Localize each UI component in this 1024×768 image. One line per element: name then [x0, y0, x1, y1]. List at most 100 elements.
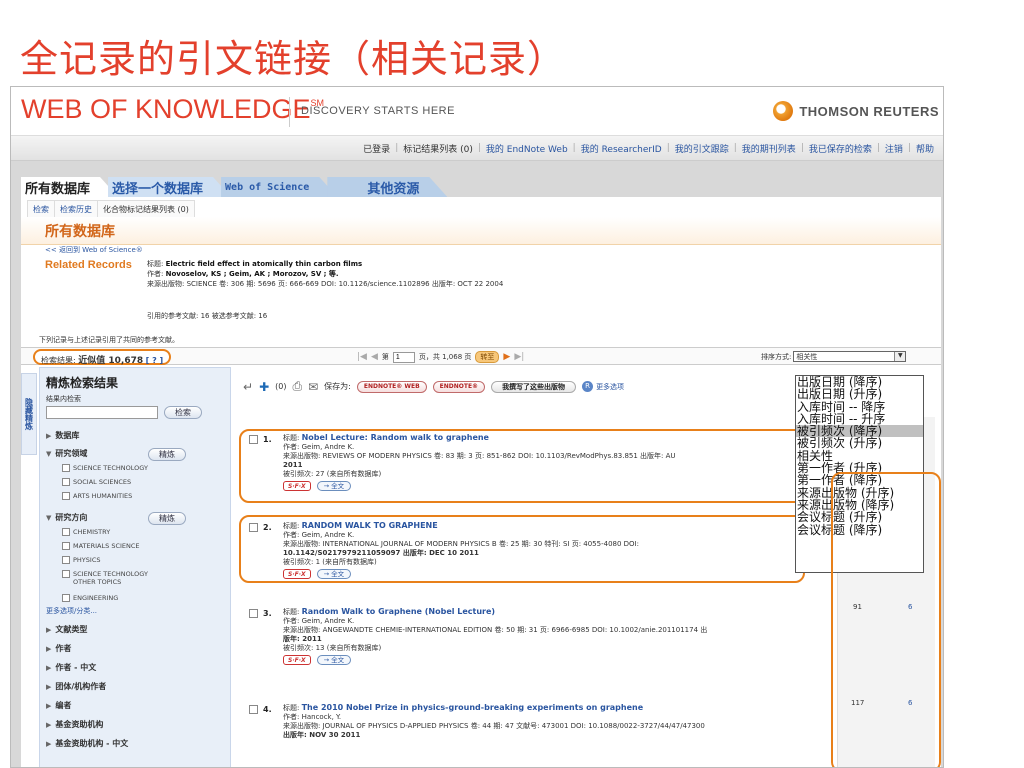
checkbox: [62, 570, 70, 578]
sort-select[interactable]: 相关性 ▼: [793, 351, 907, 362]
checkbox: [62, 542, 70, 550]
researcherid-icon: R: [582, 381, 594, 392]
record-number: 3.: [263, 609, 272, 618]
facet-option[interactable]: MATERIALS SCIENCE: [62, 542, 140, 550]
source-record-title[interactable]: Electric field effect in atomically thin…: [166, 260, 363, 268]
facet-option[interactable]: SOCIAL SCIENCES: [62, 478, 131, 486]
tab-web-of-science[interactable]: Web of Science: [221, 177, 337, 197]
facet-database[interactable]: ▶ 数据库: [46, 430, 79, 441]
fulltext-button[interactable]: → 全文: [316, 655, 352, 665]
sort-option[interactable]: 被引频次 (升序): [796, 437, 923, 450]
help-link[interactable]: 帮助: [911, 142, 939, 155]
checkbox: [62, 478, 70, 486]
database-tabs: 所有数据库 选择一个数据库 Web of Science 其他资源: [21, 177, 437, 197]
cited-refs-line: 引用的参考文献: 16 被选参考文献: 16: [147, 312, 268, 320]
refine-search-button[interactable]: 检索: [164, 406, 202, 419]
facet-option[interactable]: ARTS HUMANITIES: [62, 492, 132, 500]
source-record-authors: Novoselov, KS ; Geim, AK ; Morozov, SV ;…: [165, 270, 339, 278]
result-record: 3. 标题: Random Walk to Graphene (Nobel Le…: [243, 607, 833, 669]
sfx-button[interactable]: S·F·X: [283, 655, 311, 665]
db-header-band: [21, 217, 941, 245]
more-options-link[interactable]: 更多选项/分类...: [46, 606, 97, 616]
researcherid-link[interactable]: 我的 ResearcherID: [576, 142, 667, 155]
go-button[interactable]: 转至: [475, 351, 500, 363]
facet-author-cn[interactable]: ▶ 作者 - 中文: [46, 662, 96, 673]
email-icon[interactable]: ✉: [308, 380, 318, 394]
record-authors: 作者: Geim, Andre K.: [283, 617, 355, 625]
page-input[interactable]: [392, 351, 415, 363]
count-help-link[interactable]: [ ? ]: [146, 356, 164, 365]
record-source: 来源出版物: ANGEWANDTE CHEMIE-INTERNATIONAL E…: [283, 626, 708, 634]
facet-option[interactable]: CHEMISTRY: [62, 528, 110, 536]
logout-link[interactable]: 注销: [880, 142, 908, 155]
within-results-input[interactable]: [46, 406, 158, 419]
add-marked-icon[interactable]: ✚: [259, 380, 269, 394]
sort-control: 排序方式: 相关性 ▼: [761, 351, 907, 362]
tab-other-resources[interactable]: 其他资源: [327, 177, 447, 197]
checkbox: [62, 464, 70, 472]
endnote-button[interactable]: ENDNOTE®: [432, 380, 486, 393]
record-checkbox[interactable]: [249, 705, 258, 714]
wok-logo[interactable]: WEB OF KNOWLEDGESM: [21, 94, 324, 125]
tr-orb-icon: [773, 101, 794, 121]
tagline: DISCOVERY STARTS HERE: [301, 105, 455, 117]
result-record: 4. 标题: The 2010 Nobel Prize in physics-g…: [243, 703, 833, 763]
chevron-down-icon[interactable]: ▼: [894, 352, 906, 361]
return-arrow-icon[interactable]: ↵: [243, 380, 253, 394]
prev-page-icon[interactable]: ◀: [371, 352, 378, 362]
facet-funding[interactable]: ▶ 基金资助机构: [46, 719, 103, 730]
highlight-box: [831, 472, 941, 767]
subnav-search[interactable]: 检索: [28, 201, 55, 218]
brand-bar: WEB OF KNOWLEDGESM DISCOVERY STARTS HERE…: [11, 87, 943, 135]
facet-author[interactable]: ▶ 作者: [46, 643, 71, 654]
facet-research-area[interactable]: ▼ 研究领域: [46, 448, 87, 459]
facet-option[interactable]: SCIENCE TECHNOLOGY OTHER TOPICS: [62, 570, 163, 586]
facet-option[interactable]: ENGINEERING: [62, 594, 118, 602]
tab-select-database[interactable]: 选择一个数据库: [108, 177, 231, 197]
endnote-web-button[interactable]: ENDNOTE® WEB: [356, 380, 427, 393]
record-checkbox[interactable]: [249, 609, 258, 618]
highlight-box: [239, 515, 805, 583]
record-source: 来源出版物: JOURNAL OF PHYSICS D-APPLIED PHYS…: [283, 722, 705, 730]
citation-alerts-link[interactable]: 我的引文跟踪: [670, 142, 734, 155]
last-page-icon[interactable]: ▶|: [514, 352, 524, 362]
hide-refine-tab[interactable]: 隐藏精炼: [21, 373, 37, 455]
refine-direction-button[interactable]: 精炼: [148, 512, 186, 525]
record-title-link[interactable]: Random Walk to Graphene (Nobel Lecture): [302, 607, 496, 616]
checkbox: [62, 556, 70, 564]
saved-searches-link[interactable]: 我已保存的检索: [804, 142, 877, 155]
back-to-wos-link[interactable]: << 返回到 Web of Science®: [45, 245, 143, 255]
facet-option[interactable]: PHYSICS: [62, 556, 101, 564]
record-year: 出版年: NOV 30 2011: [283, 731, 361, 739]
facet-funding-cn[interactable]: ▶ 基金资助机构 - 中文: [46, 738, 128, 749]
results-bar: 检索结果: 近似值 10,678 [ ? ] |◀ ◀ 第 页，共 1,068 …: [21, 347, 941, 366]
sort-option[interactable]: 出版日期 (升序): [796, 388, 923, 401]
subnav-history[interactable]: 检索历史: [55, 201, 98, 218]
source-record-source: 来源出版物: SCIENCE 卷: 306 期: 5696 页: 666-669…: [147, 280, 504, 288]
facet-research-direction[interactable]: ▼ 研究方向: [46, 512, 87, 523]
source-record-info: 标题: Electric field effect in atomically …: [147, 260, 504, 288]
print-icon[interactable]: ⎙: [292, 379, 302, 394]
marked-list-link[interactable]: 标记结果列表 (0): [398, 142, 478, 155]
refine-area-button[interactable]: 精炼: [148, 448, 186, 461]
checkbox: [62, 594, 70, 602]
record-cited[interactable]: 被引频次: 13 (来自所有数据库): [283, 644, 831, 653]
more-save-options[interactable]: R 更多选项: [582, 381, 624, 392]
thomson-reuters-logo: THOMSON REUTERS: [773, 101, 939, 121]
i-wrote-these-button[interactable]: 我撰写了这些出版物: [491, 380, 577, 393]
related-records-label: Related Records: [45, 259, 132, 271]
next-page-icon[interactable]: ▶: [503, 352, 510, 362]
facet-doc-type[interactable]: ▶ 文献类型: [46, 624, 87, 635]
collapse-arrow-icon: ▼: [46, 450, 52, 458]
record-number: 4.: [263, 705, 272, 714]
endnote-link[interactable]: 我的 EndNote Web: [481, 142, 573, 155]
facet-option[interactable]: SCIENCE TECHNOLOGY: [62, 464, 148, 472]
pager: |◀ ◀ 第 页，共 1,068 页 转至 ▶ ▶|: [357, 351, 524, 363]
tab-all-databases[interactable]: 所有数据库: [21, 177, 118, 197]
facet-editor[interactable]: ▶ 编者: [46, 700, 71, 711]
first-page-icon[interactable]: |◀: [357, 352, 367, 362]
subnav-compound-list[interactable]: 化合物标记结果列表 (0): [98, 201, 194, 218]
journal-list-link[interactable]: 我的期刊列表: [737, 142, 801, 155]
facet-group-author[interactable]: ▶ 团体/机构作者: [46, 681, 106, 692]
record-title-link[interactable]: The 2010 Nobel Prize in physics-ground-b…: [302, 703, 644, 712]
